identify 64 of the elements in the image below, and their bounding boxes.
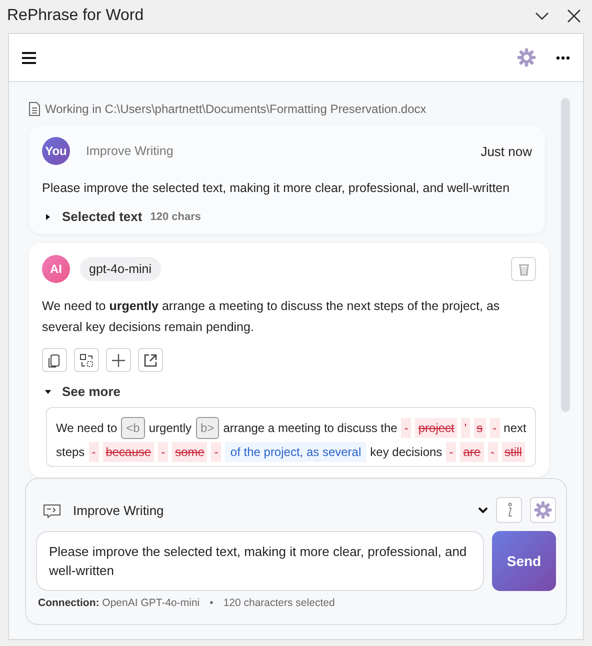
prompt-input[interactable]: Please improve the selected text, making it more clear, professional, and well-written [36,531,484,591]
replace-icon [79,352,94,368]
avatar: You [42,137,70,165]
caret-right-icon[interactable] [44,212,52,220]
insert-button[interactable] [106,348,131,372]
settings-button[interactable] [530,497,556,523]
diff-text: next [504,421,526,435]
diff-text: arrange a meeting to discuss the [223,421,398,435]
html-tag: b> [196,417,220,439]
html-tag: <b [121,417,145,439]
close-icon[interactable] [566,8,582,24]
settings-icon [534,501,552,519]
chevron-down-icon[interactable] [478,506,488,514]
settings-icon[interactable] [517,48,536,67]
action-label: Improve Writing [86,144,174,158]
deleted-text: some [172,442,208,462]
copy-icon [47,352,62,368]
diff-text: We need to [56,421,118,435]
change-mark: ' [461,418,470,438]
diff-text: urgently [148,421,192,435]
document-icon [29,102,40,116]
change-mark: - [401,418,412,438]
details-toggle[interactable]: Selected text [62,209,142,224]
inserted-text: of the project, as several [225,442,366,462]
scrollbar-thumb[interactable] [561,98,570,412]
details-toggle[interactable]: See more [62,384,121,399]
plus-icon [111,352,126,368]
change-mark: - [211,442,222,462]
change-mark: - [488,442,498,462]
preset-icon [43,502,61,518]
separator-dot: • [210,597,214,609]
diff-text: key decisions [370,445,442,459]
model-tag: gpt-4o-mini [80,257,161,281]
avatar: AI [42,255,70,283]
open-button[interactable] [138,348,163,372]
change-mark: - [158,442,168,462]
menu-icon[interactable] [22,52,36,64]
more-icon[interactable] [556,56,570,60]
deleted-text: still [502,442,525,462]
send-button[interactable]: Send [492,531,556,591]
delete-button[interactable] [511,257,536,281]
window-title: RePhrase for Word [7,6,145,24]
replace-button[interactable] [74,348,99,372]
selection-info: 120 characters selected [223,597,335,609]
diff-text: steps [56,445,85,459]
copy-button[interactable] [42,348,67,372]
caret-down-icon[interactable] [44,388,52,396]
message-text: Please improve the selected text, making it more clear, professional, and well-written [42,180,511,197]
deleted-text: project [415,418,458,438]
connection-info: Connection: OpenAI GPT-4o-mini [38,597,200,609]
deleted-text: are [460,442,484,462]
info-button[interactable] [496,497,522,523]
preset-label: Improve Writing [73,502,165,518]
document-path: Working in C:\Users\phartnett\Documents\Formatting Preservation.docx [45,102,426,116]
change-mark: - [490,418,500,438]
trash-icon [518,262,530,276]
change-mark: - [446,442,456,462]
message-text: We need to urgently arrange a meeting to discuss the next steps of the project, as several key decisions remain pending. [42,298,501,336]
change-mark: - [88,442,99,462]
deleted-text: because [102,442,154,462]
timestamp: Just now [480,144,532,158]
char-count: 120 chars [150,210,201,222]
deleted-text: s [474,418,486,438]
external-link-icon [143,352,158,368]
